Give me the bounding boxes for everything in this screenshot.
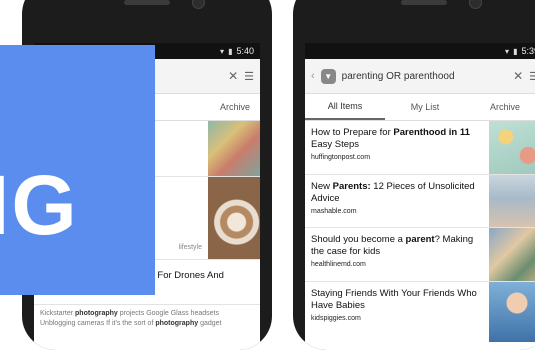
battery-icon: ▮ xyxy=(513,46,518,56)
pocket-logo-icon: ▼ xyxy=(320,68,336,84)
list-item[interactable]: Should you become a parent? Making the c… xyxy=(305,228,535,282)
thumbnail-photo xyxy=(489,121,535,174)
item-domain: mashable.com xyxy=(311,208,357,215)
list-item[interactable]: New Parents: 12 Pieces of Unsolicited Ad… xyxy=(305,175,535,228)
thumbnail-photo xyxy=(489,228,535,281)
tab-all-items[interactable]: All Items xyxy=(305,94,385,120)
item-domain: healthlinemd.com xyxy=(311,261,366,268)
coffee-thumbnail xyxy=(208,177,260,259)
left-phone-speaker xyxy=(124,0,170,5)
wifi-icon: ▾ xyxy=(505,46,510,56)
right-phone-camera xyxy=(469,0,482,9)
item-title: New Parents: 12 Pieces of Unsolicited Ad… xyxy=(311,181,475,204)
search-query[interactable]: parenting OR parenthood xyxy=(342,71,507,82)
filter-icon[interactable]: ☰ xyxy=(529,70,535,83)
right-phone-speaker xyxy=(401,0,447,5)
item-title: Should you become a parent? Making the c… xyxy=(311,234,474,257)
thumbnail-photo xyxy=(489,282,535,342)
thumbnail-photo xyxy=(489,175,535,227)
item-title: How to Prepare for Parenthood in 11 Easy… xyxy=(311,127,470,150)
filter-icon[interactable]: ☰ xyxy=(244,70,254,83)
status-bar: ▾ ▮ 5:39 xyxy=(305,43,535,59)
tab-archive[interactable]: Archive xyxy=(465,94,535,120)
logo-text: IG xyxy=(0,158,79,252)
left-phone-camera xyxy=(192,0,205,9)
item-domain: kidspiggies.com xyxy=(311,315,361,322)
close-icon[interactable]: ✕ xyxy=(228,69,238,83)
list-item[interactable]: How to Prepare for Parenthood in 11 Easy… xyxy=(305,121,535,175)
item-title: Staying Friends With Your Friends Who Ha… xyxy=(311,288,477,311)
search-bar[interactable]: ‹ ▼ parenting OR parenthood ✕ ☰ xyxy=(305,59,535,94)
close-icon[interactable]: ✕ xyxy=(513,69,523,83)
thumbnail-photo xyxy=(208,121,260,176)
tab-my-list[interactable]: My List xyxy=(385,94,465,120)
right-phone: ▾ ▮ 5:39 ‹ ▼ parenting OR parenthood ✕ ☰… xyxy=(293,0,535,350)
list-item[interactable]: Staying Friends With Your Friends Who Ha… xyxy=(305,282,535,342)
item-title: s For Drones And xyxy=(150,270,224,281)
tab-bar: All Items My List Archive xyxy=(305,94,535,121)
logo-block: IG xyxy=(0,45,155,295)
status-time: 5:40 xyxy=(236,46,254,56)
item-domain: huffingtonpost.com xyxy=(311,154,371,161)
wifi-icon: ▾ xyxy=(220,46,225,56)
battery-icon: ▮ xyxy=(228,46,233,56)
back-icon[interactable]: ‹ xyxy=(311,70,315,82)
status-time: 5:39 xyxy=(521,46,535,56)
right-phone-screen: ▾ ▮ 5:39 ‹ ▼ parenting OR parenthood ✕ ☰… xyxy=(305,43,535,350)
tab-archive[interactable]: Archive xyxy=(142,94,260,120)
